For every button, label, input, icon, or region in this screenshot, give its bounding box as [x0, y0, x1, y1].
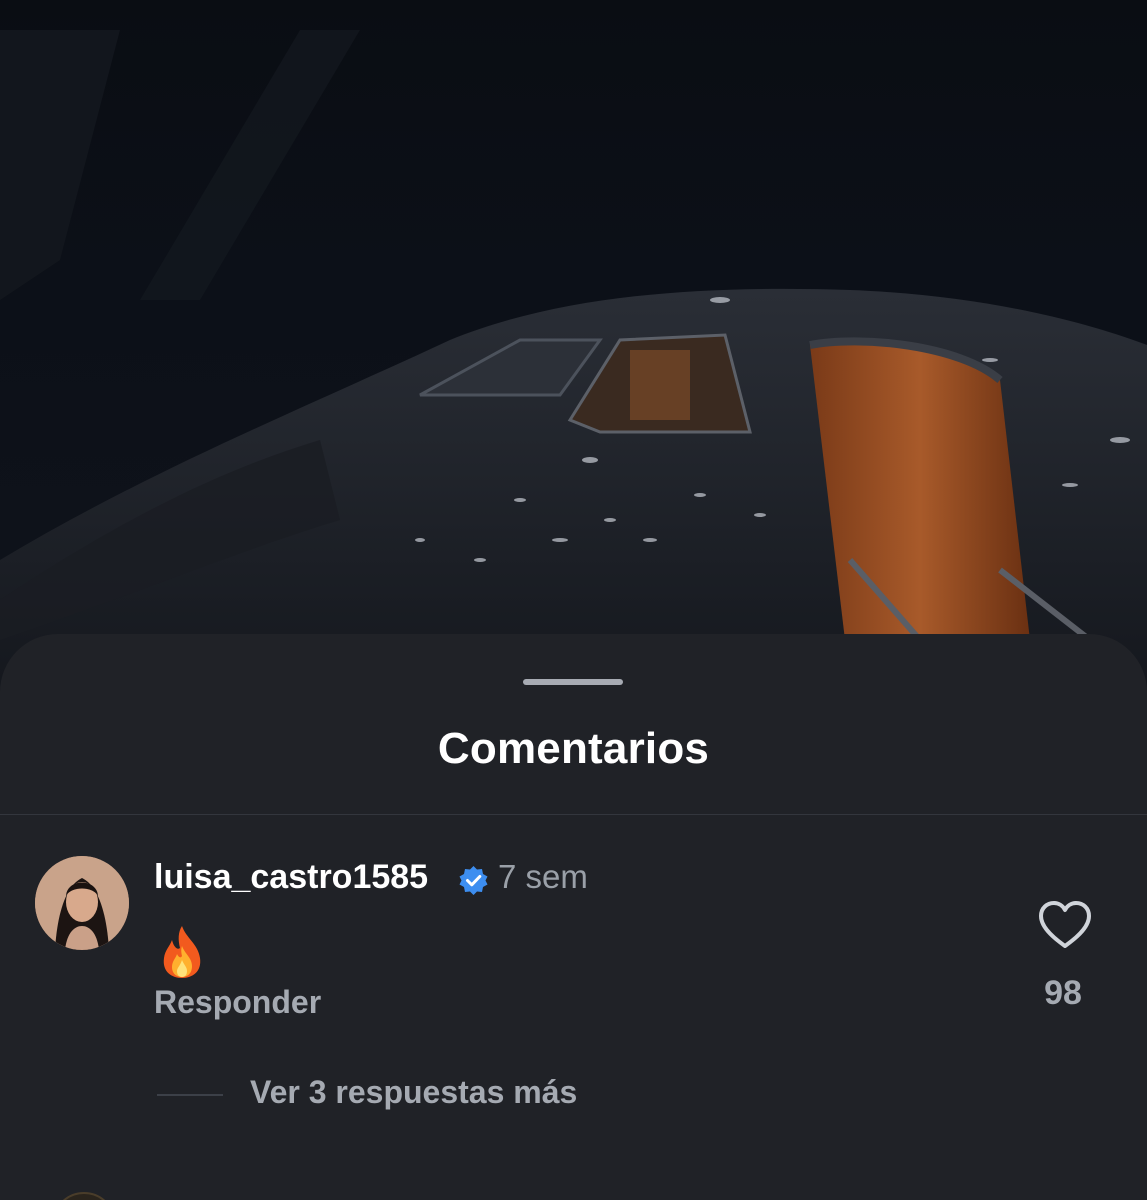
avatar[interactable] [35, 856, 129, 950]
heart-outline-icon[interactable] [1037, 900, 1093, 950]
drag-handle-icon[interactable] [523, 679, 623, 685]
jet-image [0, 30, 1147, 700]
comment-timestamp: 7 sem [498, 858, 588, 895]
comments-screen: Comentarios luisa_castro1585 7 sem Respo… [0, 0, 1147, 1200]
sheet-title: Comentarios [437, 724, 710, 773]
verified-badge-icon [459, 866, 488, 895]
comments-sheet: Comentarios luisa_castro1585 7 sem Respo… [0, 634, 1147, 1200]
like-count: 98 [1044, 974, 1082, 1012]
video-background[interactable] [0, 0, 1147, 700]
avatar-image [35, 856, 129, 950]
view-replies-button[interactable]: Ver 3 respuestas más [250, 1074, 577, 1111]
divider [0, 814, 1147, 815]
fire-emoji-icon [163, 926, 201, 978]
replies-connector-line [157, 1094, 223, 1096]
comment-item: luisa_castro1585 7 sem Responder 98 [0, 854, 1147, 1034]
reply-button[interactable]: Responder [154, 984, 321, 1021]
next-comment-avatar[interactable] [52, 1192, 116, 1200]
comment-username[interactable]: luisa_castro1585 [154, 858, 428, 897]
